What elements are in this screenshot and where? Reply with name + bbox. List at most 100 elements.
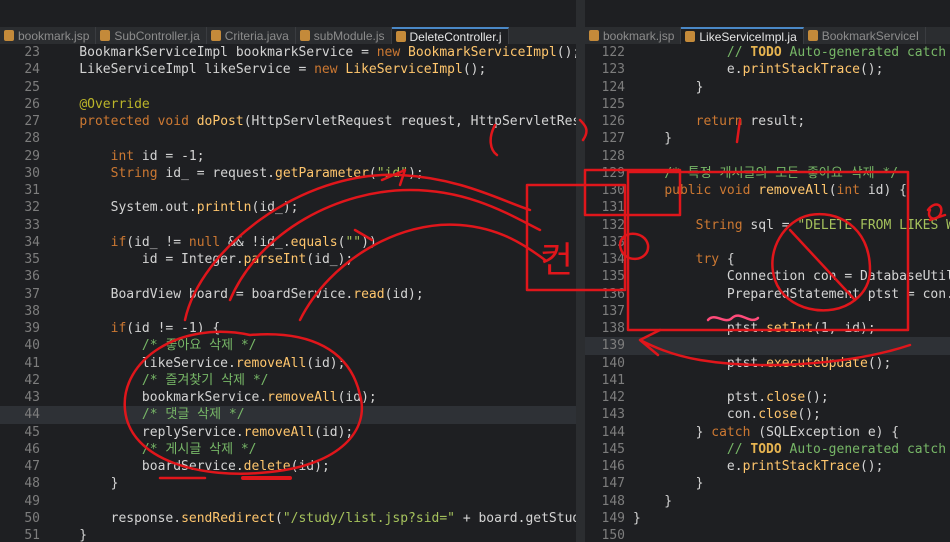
- line-number: 40: [24, 338, 40, 354]
- code-text: e.printStackTrace();: [633, 62, 884, 78]
- left-editor-pane: bookmark.jsp SubController.ja Criteria.j…: [0, 0, 576, 542]
- code-line[interactable]: 127 }: [585, 130, 950, 147]
- tab-bookmarkserviceimpl[interactable]: BookmarkServiceI: [804, 27, 927, 44]
- code-line[interactable]: 35 id = Integer.parseInt(id_);: [0, 251, 576, 268]
- code-line[interactable]: 122 // TODO Auto-generated catch: [585, 44, 950, 61]
- code-line[interactable]: 147 }: [585, 475, 950, 492]
- code-line[interactable]: 149}: [585, 510, 950, 527]
- tab-deletecontroller[interactable]: DeleteController.j: [391, 27, 509, 44]
- code-line[interactable]: 128: [585, 148, 950, 165]
- code-text: public void removeAll(int id) {: [664, 183, 907, 198]
- right-code-area[interactable]: 122 // TODO Auto-generated catch 123 e.pr…: [585, 44, 950, 542]
- tab-bookmark-jsp-right[interactable]: bookmark.jsp: [585, 27, 682, 44]
- line-number: 135: [601, 269, 625, 285]
- line-number: 122: [601, 45, 625, 60]
- code-line[interactable]: 46 /* 게시글 삭제 */: [0, 441, 576, 458]
- code-text: System.out.println(id_);: [48, 200, 299, 216]
- code-line[interactable]: 144 } catch (SQLException e) {: [585, 424, 950, 441]
- code-line[interactable]: 30 String id_ = request.getParameter("id…: [0, 165, 576, 182]
- code-line[interactable]: 142 ptst.close();: [585, 389, 950, 406]
- code-line[interactable]: 38: [0, 303, 576, 320]
- code-text: likeService.removeAll(id);: [48, 355, 346, 371]
- code-line[interactable]: 143 con.close();: [585, 406, 950, 423]
- code-line[interactable]: 43 bookmarkService.removeAll(id);: [0, 389, 576, 406]
- code-line[interactable]: 29 int id = -1;: [0, 148, 576, 165]
- code-text: }: [633, 510, 641, 526]
- code-line[interactable]: 129 /* 특정 게시글의 모든 좋아요 삭제 */: [585, 165, 950, 182]
- line-number: 140: [601, 355, 625, 371]
- code-line[interactable]: 42 /* 즐겨찾기 삭제 */: [0, 372, 576, 389]
- tab-bookmark-jsp[interactable]: bookmark.jsp: [0, 27, 97, 44]
- code-line[interactable]: 125: [585, 96, 950, 113]
- code-line[interactable]: 33: [0, 217, 576, 234]
- tab-subcontroller[interactable]: SubController.ja: [96, 27, 207, 44]
- code-line[interactable]: 36: [0, 268, 576, 285]
- code-line[interactable]: 50 response.sendRedirect("/study/list.js…: [0, 510, 576, 527]
- code-line[interactable]: 132 String sql = "DELETE FROM LIKES W: [585, 217, 950, 234]
- code-line[interactable]: 51 }: [0, 527, 576, 542]
- code-line[interactable]: 137: [585, 303, 950, 320]
- left-code-area[interactable]: 23 BookmarkServiceImpl bookmarkService =…: [0, 44, 576, 542]
- code-text: }: [48, 476, 119, 492]
- code-line[interactable]: 136 PreparedStatement ptst = con.: [585, 286, 950, 303]
- line-number: 27: [24, 114, 40, 129]
- code-text: }: [633, 493, 673, 509]
- code-line[interactable]: 31: [0, 182, 576, 199]
- code-line[interactable]: 150: [585, 527, 950, 542]
- code-line[interactable]: 48 }: [0, 475, 576, 492]
- code-line[interactable]: 130 public void removeAll(int id) {: [585, 182, 950, 199]
- code-line[interactable]: 135 Connection con = DatabaseUtil: [585, 268, 950, 285]
- code-line[interactable]: 45 replyService.removeAll(id);: [0, 424, 576, 441]
- code-line[interactable]: 145 // TODO Auto-generated catch: [585, 441, 950, 458]
- line-number: 147: [601, 476, 625, 492]
- code-line[interactable]: 138 ptst.setInt(1, id);: [585, 320, 950, 337]
- line-number: 30: [24, 165, 40, 181]
- line-number: 138: [601, 321, 625, 336]
- code-line[interactable]: 23 BookmarkServiceImpl bookmarkService =…: [0, 44, 576, 61]
- file-icon: [395, 31, 406, 42]
- code-line[interactable]: 34 if(id_ != null && !id_.equals("")): [0, 234, 576, 251]
- code-line[interactable]: 47 boardService.delete(id);: [0, 458, 576, 475]
- line-number: 144: [601, 424, 625, 440]
- pane-splitter[interactable]: [576, 0, 585, 542]
- code-line[interactable]: 141: [585, 372, 950, 389]
- code-line[interactable]: 146 e.printStackTrace();: [585, 458, 950, 475]
- code-line[interactable]: 124 }: [585, 79, 950, 96]
- code-line[interactable]: 148 }: [585, 493, 950, 510]
- code-line[interactable]: 139: [585, 337, 950, 355]
- line-number: 29: [24, 148, 40, 164]
- file-icon: [807, 30, 818, 41]
- code-line[interactable]: 44 /* 댓글 삭제 */: [0, 406, 576, 424]
- file-icon: [100, 30, 111, 41]
- code-line[interactable]: 32 System.out.println(id_);: [0, 199, 576, 216]
- code-line[interactable]: 25: [0, 79, 576, 96]
- tab-submodule[interactable]: subModule.js: [296, 27, 392, 44]
- line-number: 42: [24, 372, 40, 388]
- code-line[interactable]: 49: [0, 493, 576, 510]
- code-line[interactable]: 26 @Override: [0, 96, 576, 113]
- line-number: 51: [24, 528, 40, 542]
- line-number: 33: [24, 217, 40, 233]
- tab-likeserviceimpl[interactable]: LikeServiceImpl.ja: [681, 27, 804, 44]
- line-number: 124: [601, 79, 625, 95]
- code-text: /* 좋아요 삭제 */: [141, 338, 257, 354]
- code-text: con.close();: [633, 407, 821, 423]
- code-line[interactable]: 39 if(id != -1) {: [0, 320, 576, 337]
- tab-criteria[interactable]: Criteria.java: [207, 27, 296, 44]
- code-text: Connection con = DatabaseUtil: [633, 269, 950, 285]
- code-line[interactable]: 133: [585, 234, 950, 251]
- file-icon: [4, 30, 14, 41]
- line-number: 49: [24, 493, 40, 509]
- code-line[interactable]: 40 /* 좋아요 삭제 */: [0, 337, 576, 354]
- code-line[interactable]: 27 protected void doPost(HttpServletRequ…: [0, 113, 576, 130]
- code-line[interactable]: 140 ptst.executeUpdate();: [585, 355, 950, 372]
- code-line[interactable]: 126 return result;: [585, 113, 950, 130]
- code-line[interactable]: 28: [0, 130, 576, 147]
- code-line[interactable]: 37 BoardView board = boardService.read(i…: [0, 286, 576, 303]
- code-line[interactable]: 41 likeService.removeAll(id);: [0, 355, 576, 372]
- code-line[interactable]: 24 LikeServiceImpl likeService = new Lik…: [0, 61, 576, 78]
- code-line[interactable]: 123 e.printStackTrace();: [585, 61, 950, 78]
- code-line[interactable]: 134 try {: [585, 251, 950, 268]
- code-line[interactable]: 131: [585, 199, 950, 216]
- line-number: 45: [24, 424, 40, 440]
